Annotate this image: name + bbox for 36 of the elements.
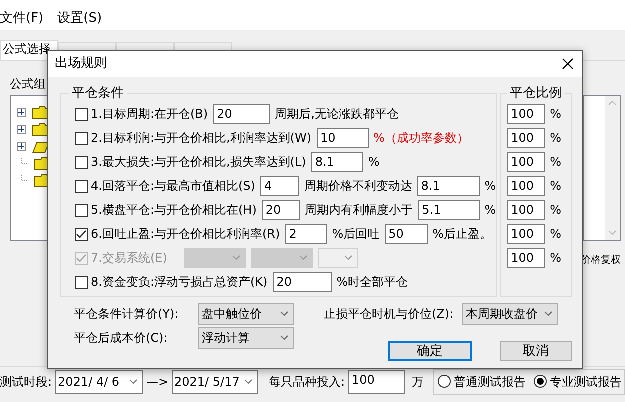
hint-text: %（成功率参数） xyxy=(374,130,469,147)
unit-label: %后止盈。 xyxy=(432,226,492,243)
unit-label: % xyxy=(484,178,496,195)
setting-label: 止损平仓时机与价位(Z): xyxy=(324,306,455,323)
condition-label: 3.最大损失:与开仓价相比,损失率达到(L) xyxy=(91,154,306,171)
invest-label: 每只品种投入: xyxy=(268,374,345,390)
unit-label: % xyxy=(550,226,562,243)
condition-label: 5.横盘平仓:与开仓价相比在(H) xyxy=(91,202,257,219)
unit-label: 周期内有利幅度小于 xyxy=(305,202,414,219)
unit-label: % xyxy=(550,202,562,219)
dialog-title: 出场规则 xyxy=(55,55,107,74)
unit-label: % xyxy=(550,178,562,195)
group-title: 平仓条件 xyxy=(71,87,125,100)
unit-label: 周期后,无论涨跌都平仓 xyxy=(275,106,399,123)
unit-label: % xyxy=(550,154,562,171)
unit-label: % xyxy=(550,250,562,267)
unit-label: % xyxy=(550,130,562,147)
panel-label: 公式组 xyxy=(10,76,46,93)
group-title: 平仓比例 xyxy=(509,87,564,100)
condition-label: 8.资金变负:浮动亏损占总资产(K) xyxy=(91,274,268,291)
condition-label: 4.回落平仓:与最高市值相比(S) xyxy=(91,178,256,195)
condition-label: 2.目标利润:与开仓价相比,利润率达到(W) xyxy=(91,130,312,147)
condition-label: 7.交易系统(E) xyxy=(91,250,168,267)
arrow-label: —> xyxy=(146,374,168,390)
condition-label: 1.目标周期:在开仓(B) xyxy=(91,106,208,123)
unit-label: % xyxy=(368,154,380,171)
unit-label: % xyxy=(550,106,562,123)
setting-label: 平仓后成本价(C): xyxy=(74,330,169,347)
unit-label: % xyxy=(484,202,496,219)
condition-label: 6.回吐止盈:与开仓价相比利润率(R) xyxy=(91,226,280,243)
unit-label: 万 xyxy=(412,374,424,390)
unit-label: 周期价格不利变动达 xyxy=(304,178,412,195)
unit-label: %后回吐 xyxy=(332,226,380,243)
period-label: 测试时段: xyxy=(0,374,52,390)
unit-label: %时全部平仓 xyxy=(336,274,408,291)
setting-label: 平仓条件计算价(Y): xyxy=(74,306,180,323)
